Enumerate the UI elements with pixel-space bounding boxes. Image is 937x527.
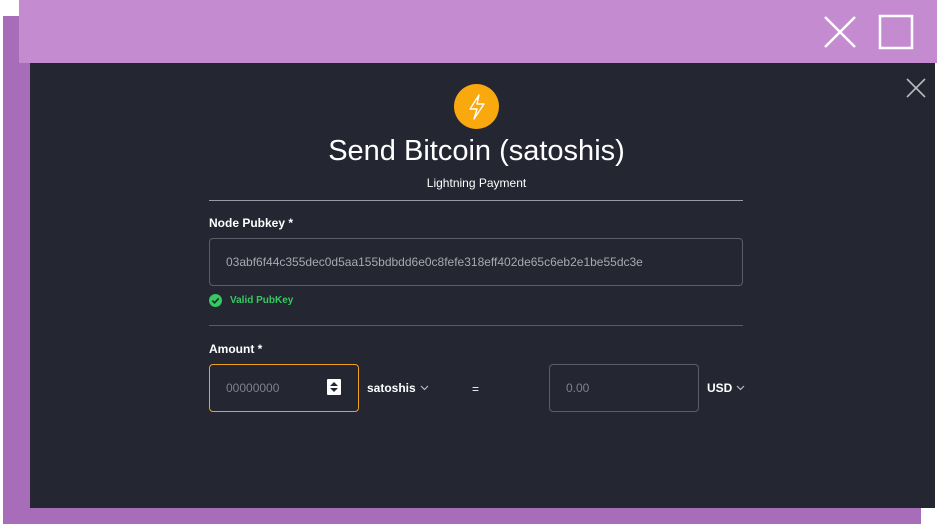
- window-close-button[interactable]: [822, 14, 858, 50]
- pubkey-validation: Valid PubKey: [209, 294, 293, 307]
- close-icon: [906, 78, 926, 98]
- check-circle-icon: [209, 294, 222, 307]
- divider: [209, 200, 743, 201]
- dialog-subtitle: Lightning Payment: [426, 176, 527, 190]
- chevron-down-icon: [420, 385, 429, 391]
- lightning-icon: [454, 84, 499, 129]
- pubkey-label: Node Pubkey *: [209, 216, 294, 230]
- fiat-placeholder: 0.00: [566, 381, 590, 395]
- chevron-down-icon: [736, 385, 745, 391]
- divider: [209, 325, 743, 326]
- validation-text: Valid PubKey: [230, 295, 294, 306]
- unit-select[interactable]: satoshis: [367, 381, 429, 395]
- close-icon: [824, 16, 856, 48]
- unit-select-value: satoshis: [367, 381, 416, 395]
- send-bitcoin-dialog: Send Bitcoin (satoshis) Lightning Paymen…: [30, 63, 935, 508]
- pubkey-input[interactable]: 03abf6f44c355dec0d5aa155bdbdd6e0c8fefe31…: [209, 238, 743, 286]
- dialog-close-button[interactable]: [905, 77, 927, 99]
- maximize-icon: [878, 14, 914, 50]
- pubkey-value: 03abf6f44c355dec0d5aa155bdbdd6e0c8fefe31…: [226, 255, 643, 269]
- title-bar: [19, 0, 937, 63]
- currency-select-value: USD: [707, 381, 733, 395]
- currency-select[interactable]: USD: [707, 381, 745, 395]
- amount-placeholder: 00000000: [226, 381, 280, 395]
- fiat-amount-input[interactable]: 0.00: [549, 364, 699, 412]
- number-stepper-icon[interactable]: [327, 379, 341, 395]
- window-maximize-button[interactable]: [878, 14, 914, 50]
- equals-sign: =: [472, 382, 480, 396]
- dialog-title: Send Bitcoin (satoshis): [328, 135, 625, 167]
- amount-label: Amount *: [209, 342, 263, 356]
